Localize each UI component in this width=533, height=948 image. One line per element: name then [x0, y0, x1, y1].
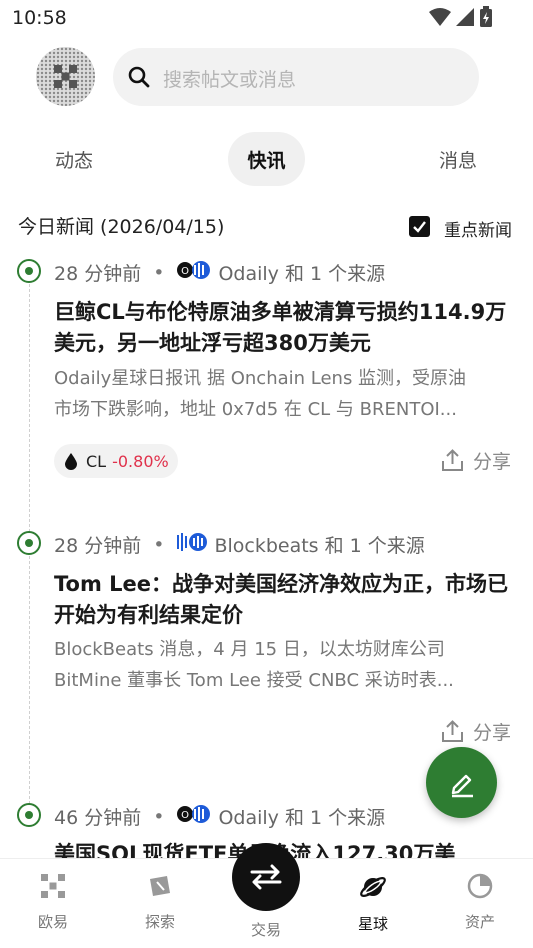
news-headline[interactable]: 巨鲸CL与布伦特原油多单被清算亏损约114.9万美元，另一地址浮亏超380万美元 [54, 297, 514, 359]
pencil-icon [451, 774, 473, 797]
status-bar: 10:58 [0, 0, 533, 36]
separator-dot: • [153, 261, 165, 284]
tab-messages[interactable]: 消息 [422, 132, 494, 186]
timeline-line [29, 284, 30, 532]
odaily-logo-icon: O [176, 259, 212, 286]
signal-icon [456, 8, 474, 26]
news-source[interactable]: Odaily 和 1 个来源 [218, 803, 385, 830]
search-placeholder: 搜索帖文或消息 [163, 69, 297, 91]
nav-label: 星球 [357, 915, 388, 933]
battery-icon [480, 6, 492, 27]
swap-arrows-icon [250, 864, 282, 890]
wifi-icon [429, 8, 451, 26]
blockbeats-logo-icon [176, 531, 208, 558]
ticker-change: -0.80% [112, 451, 169, 471]
feed-tabs: 动态 快讯 消息 [0, 132, 533, 188]
news-source[interactable]: Odaily 和 1 个来源 [218, 259, 385, 286]
news-summary-line: 市场下跌影响，地址 0x7d5 在 CL 与 BRENTOI... [54, 399, 457, 420]
pie-chart-icon [467, 873, 493, 899]
svg-text:O: O [182, 810, 190, 821]
okx-logo-icon [41, 874, 65, 898]
news-time: 28 分钟前 [54, 535, 142, 557]
news-time: 46 分钟前 [54, 807, 142, 829]
share-button[interactable]: 分享 [440, 718, 511, 745]
news-summary-line: BlockBeats 消息，4 月 15 日，以太坊财库公司 [54, 639, 445, 660]
search-icon [128, 66, 150, 88]
news-meta: 46 分钟前 • O Odaily 和 1 个来源 [54, 803, 385, 830]
highlight-filter-label[interactable]: 重点新闻 [444, 216, 512, 241]
share-button[interactable]: 分享 [440, 447, 511, 474]
oil-drop-icon [65, 453, 77, 470]
share-icon [442, 449, 463, 471]
share-label: 分享 [473, 722, 512, 744]
avatar[interactable] [36, 47, 95, 106]
separator-dot: • [153, 805, 165, 828]
news-headline[interactable]: Tom Lee：战争对美国经济净效应为正，市场已开始为有利结果定价 [54, 569, 514, 631]
news-summary-line: BitMine 董事长 Tom Lee 接受 CNBC 采访时表... [54, 670, 454, 691]
share-label: 分享 [473, 451, 512, 473]
nav-label: 资产 [464, 913, 495, 931]
news-source[interactable]: Blockbeats 和 1 个来源 [214, 531, 424, 558]
nav-okx[interactable]: 欧易 [13, 873, 93, 932]
nav-label: 欧易 [37, 913, 68, 931]
news-meta: 28 分钟前 • O Odaily 和 1 个来源 [54, 259, 385, 286]
news-summary[interactable]: BlockBeats 消息，4 月 15 日，以太坊财库公司 BitMine 董… [54, 634, 510, 696]
svg-text:O: O [182, 266, 190, 277]
check-icon [413, 221, 426, 233]
news-summary-line: Odaily星球日报讯 据 Onchain Lens 监测，受原油 [54, 368, 467, 389]
separator-dot: • [153, 533, 165, 556]
compose-button[interactable] [426, 747, 497, 818]
nav-label: 探索 [144, 913, 175, 931]
bottom-nav: 欧易 探索 交易 星球 资产 [0, 843, 533, 948]
news-summary[interactable]: Odaily星球日报讯 据 Onchain Lens 监测，受原油 市场下跌影响… [54, 363, 510, 425]
timeline-dot [17, 531, 41, 555]
odaily-logo-icon: O [176, 803, 212, 830]
section-title: 今日新闻 (2026/04/15) [18, 216, 225, 238]
nav-label[interactable]: 交易 [226, 919, 306, 940]
ticker-pill[interactable]: CL -0.80% [54, 444, 178, 478]
nav-trade-button[interactable] [232, 843, 300, 911]
highlight-filter-checkbox[interactable] [409, 216, 430, 237]
status-time: 10:58 [12, 7, 67, 29]
tab-dynamics[interactable]: 动态 [38, 132, 110, 186]
compass-icon [150, 876, 170, 896]
nav-planet[interactable]: 星球 [333, 873, 413, 934]
search-bar[interactable]: 搜索帖文或消息 [113, 48, 479, 106]
news-time: 28 分钟前 [54, 263, 142, 285]
nav-explore[interactable]: 探索 [120, 873, 200, 932]
timeline-line [29, 556, 30, 804]
ticker-symbol: CL [86, 451, 107, 471]
timeline-dot [17, 259, 41, 283]
top-bar: 搜索帖文或消息 [0, 40, 533, 116]
timeline-dot [17, 803, 41, 827]
tab-flash-news[interactable]: 快讯 [228, 132, 305, 186]
share-icon [442, 720, 463, 742]
news-meta: 28 分钟前 • Blockbeats 和 1 个来源 [54, 531, 425, 558]
planet-icon [360, 877, 386, 897]
status-icons [429, 6, 493, 28]
nav-assets[interactable]: 资产 [440, 873, 520, 932]
